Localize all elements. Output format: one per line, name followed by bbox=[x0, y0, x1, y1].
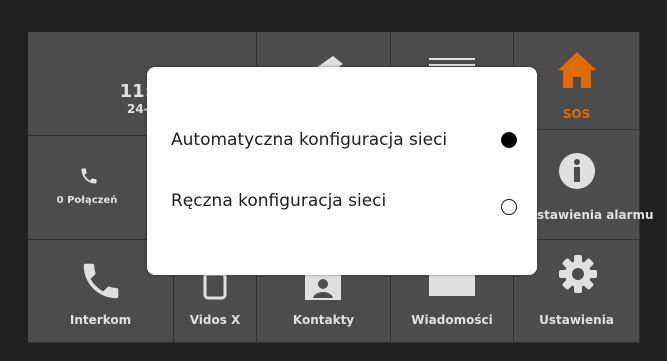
option-automatic-network[interactable]: Automatyczna konfiguracja sieci bbox=[171, 123, 517, 157]
option-manual-label: Ręczna konfiguracja sieci bbox=[171, 191, 387, 211]
radio-automatic[interactable] bbox=[501, 132, 517, 148]
radio-manual[interactable] bbox=[501, 199, 517, 215]
option-manual-network[interactable]: Ręczna konfiguracja sieci bbox=[171, 184, 517, 218]
option-automatic-label: Automatyczna konfiguracja sieci bbox=[171, 130, 448, 150]
network-config-dialog: Automatyczna konfiguracja sieci Ręczna k… bbox=[147, 67, 537, 275]
